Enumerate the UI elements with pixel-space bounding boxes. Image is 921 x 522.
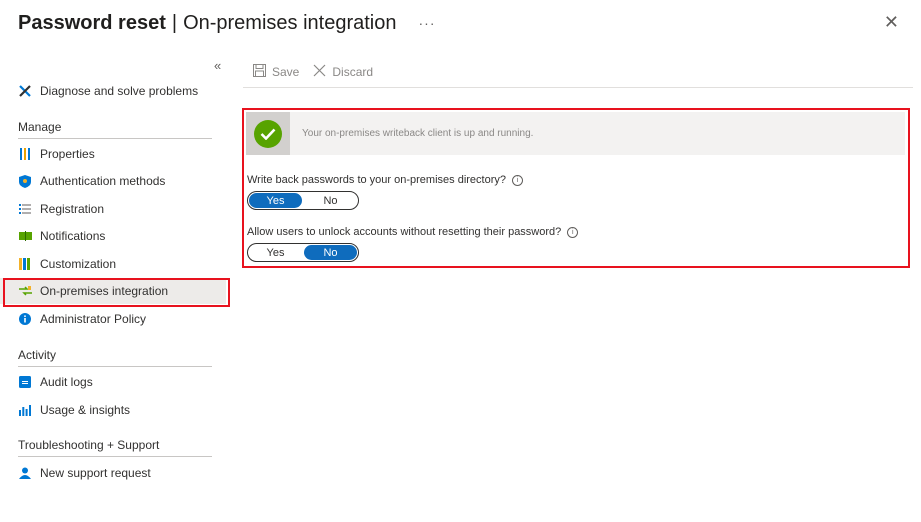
- more-options-icon[interactable]: ···: [419, 15, 436, 31]
- properties-icon: [18, 147, 32, 161]
- highlight-box-sidebar: [3, 278, 230, 307]
- divider: [18, 138, 212, 139]
- customization-icon: [18, 257, 32, 271]
- sidebar-item-label: New support request: [40, 466, 151, 480]
- page-title: Password reset: [18, 11, 166, 34]
- sidebar-item-notifications[interactable]: Notifications: [0, 223, 226, 249]
- divider: [243, 87, 913, 88]
- sidebar-item-registration[interactable]: Registration: [0, 196, 226, 222]
- discard-icon: [313, 64, 326, 80]
- sidebar-item-label: Customization: [40, 257, 117, 271]
- blade-header: Password reset | On-premises integration…: [18, 8, 436, 38]
- sidebar-item-properties[interactable]: Properties: [0, 141, 226, 167]
- highlight-box-main: [242, 108, 910, 268]
- sidebar-item-authentication-methods[interactable]: Authentication methods: [0, 168, 226, 194]
- sidebar-item-audit-logs[interactable]: Audit logs: [0, 369, 226, 395]
- sidebar-item-label: Notifications: [40, 229, 106, 243]
- section-manage: Manage: [18, 120, 62, 134]
- sidebar-item-label: Properties: [40, 147, 95, 161]
- save-label: Save: [272, 65, 300, 79]
- sidebar: « Diagnose and solve problems Manage Pro…: [0, 56, 230, 522]
- discard-button[interactable]: Discard: [313, 64, 373, 80]
- section-activity: Activity: [18, 348, 57, 362]
- collapse-sidebar-icon[interactable]: «: [214, 58, 221, 73]
- sidebar-item-label: Audit logs: [40, 375, 93, 389]
- sidebar-item-label: Registration: [40, 202, 105, 216]
- usage-chart-icon: [18, 403, 32, 417]
- sidebar-item-administrator-policy[interactable]: Administrator Policy: [0, 306, 226, 332]
- save-button[interactable]: Save: [253, 64, 299, 80]
- shield-icon: [18, 174, 32, 188]
- sidebar-item-usage-insights[interactable]: Usage & insights: [0, 397, 226, 423]
- divider: [18, 366, 212, 367]
- sidebar-item-label: Usage & insights: [40, 403, 131, 417]
- sidebar-item-customization[interactable]: Customization: [0, 251, 226, 277]
- title-separator: |: [171, 11, 178, 34]
- command-bar: Save Discard: [253, 60, 387, 84]
- discard-label: Discard: [332, 65, 374, 79]
- registration-icon: [18, 202, 32, 216]
- info-icon: [18, 312, 32, 326]
- save-icon: [253, 64, 266, 80]
- audit-log-icon: [18, 375, 32, 389]
- section-troubleshooting: Troubleshooting + Support: [18, 438, 160, 452]
- sidebar-item-label: Authentication methods: [40, 174, 166, 188]
- wrench-icon: [18, 84, 32, 98]
- sidebar-item-diagnose[interactable]: Diagnose and solve problems: [0, 78, 226, 104]
- divider: [18, 456, 212, 457]
- page-subtitle: On-premises integration: [183, 11, 397, 34]
- close-icon[interactable]: ✕: [884, 12, 899, 33]
- support-person-icon: [18, 466, 32, 480]
- sidebar-item-label: Administrator Policy: [40, 312, 147, 326]
- sidebar-item-label: Diagnose and solve problems: [40, 84, 199, 98]
- notifications-icon: [18, 229, 32, 243]
- sidebar-item-new-support-request[interactable]: New support request: [0, 460, 226, 486]
